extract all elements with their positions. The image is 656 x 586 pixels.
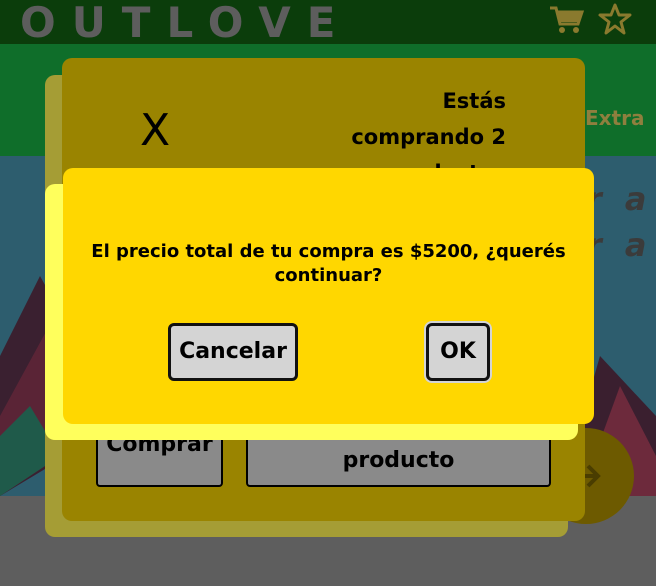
product-button-label: producto	[342, 448, 455, 473]
top-navbar: OUTLOVE	[0, 0, 656, 47]
confirm-dialog	[63, 168, 594, 424]
cancel-button[interactable]: Cancelar	[168, 323, 298, 381]
nav-item-extra[interactable]: Extra	[585, 106, 644, 130]
ok-button[interactable]: OK	[426, 323, 490, 381]
star-icon[interactable]	[598, 2, 632, 36]
banner-text-1: r a	[586, 180, 653, 218]
cart-icon[interactable]	[548, 4, 584, 36]
banner-text-2: r a	[586, 226, 653, 264]
close-button[interactable]: X	[140, 105, 170, 156]
logo[interactable]: OUTLOVE	[20, 0, 352, 47]
confirm-message: El precio total de tu compra es $5200, ¿…	[91, 241, 566, 286]
